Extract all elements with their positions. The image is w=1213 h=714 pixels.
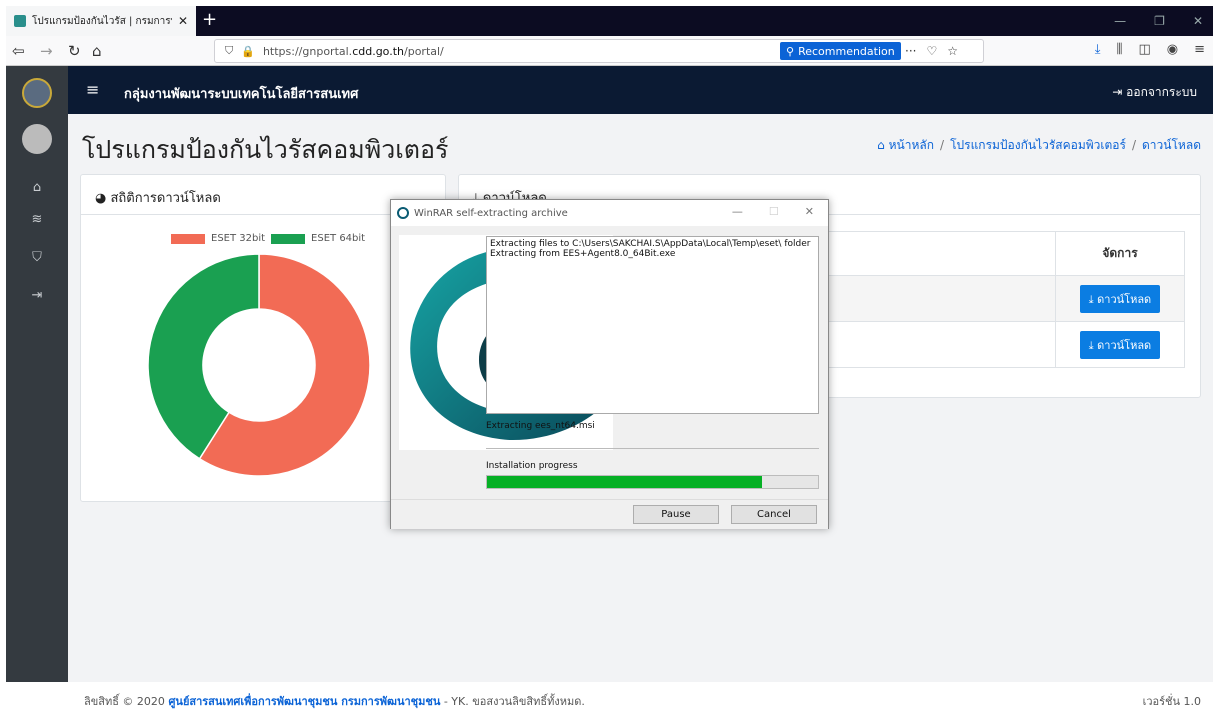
dialog-button-row: Pause Cancel	[391, 499, 828, 529]
site-favicon-icon	[14, 15, 26, 27]
header-cell-manage: จัดการ	[1055, 231, 1185, 276]
toolbar-right: ⤓ ⫼ ◫ ◉ ≡	[1095, 42, 1205, 57]
log-line: Extracting from EES+Agent8.0_64Bit.exe	[490, 249, 676, 259]
legend-label-32bit[interactable]: ESET 32bit	[211, 233, 265, 244]
breadcrumb-download: ดาวน์โหลด	[1142, 138, 1201, 152]
address-bar[interactable]: ⛉ 🔒 https://gnportal.cdd.go.th/portal/ ⚲…	[214, 39, 984, 63]
org-link[interactable]: ศูนย์สารสนเทศเพื่อการพัฒนาชุมชน กรมการพั…	[168, 695, 440, 708]
log-line: Extracting files to C:\Users\SAKCHAI.S\A…	[490, 239, 811, 249]
minimize-icon[interactable]: —	[732, 205, 743, 218]
progress-label: Installation progress	[486, 461, 578, 471]
eset-icon	[397, 207, 409, 219]
dialog-title-bar[interactable]: WinRAR self-extracting archive — ☐ ✕	[391, 200, 828, 226]
divider	[486, 448, 819, 449]
department-logo	[22, 78, 52, 108]
chart-legend: ESET 32bit ESET 64bit	[171, 233, 365, 244]
legend-swatch-32bit[interactable]	[171, 233, 205, 244]
bookmark-star-icon[interactable]: ☆	[947, 44, 958, 58]
browser-tab[interactable]: โปรแกรมป้องกันไวรัส | กรมการพั ✕	[6, 6, 196, 36]
extraction-log[interactable]: Extracting files to C:\Users\SAKCHAI.S\A…	[486, 236, 819, 414]
restore-icon[interactable]: ❐	[1154, 14, 1165, 28]
footer: ลิขสิทธิ์ © 2020 ศูนย์สารสนเทศเพื่อการพั…	[0, 682, 1213, 714]
page-title: โปรแกรมป้องกันไวรัสคอมพิวเตอร์	[82, 135, 449, 164]
account-icon[interactable]: ◉	[1167, 42, 1178, 57]
download-icon[interactable]: ⤓	[1095, 42, 1101, 57]
version: เวอร์ชั่น 1.0	[1142, 695, 1201, 708]
menu-icon[interactable]: ≡	[1194, 42, 1205, 57]
close-tab-icon[interactable]: ✕	[178, 14, 188, 28]
download-64bit-button[interactable]: ⤓ ดาวน์โหลด	[1079, 330, 1161, 359]
copyright: ลิขสิทธิ์ © 2020 ศูนย์สารสนเทศเพื่อการพั…	[84, 695, 585, 708]
pause-button[interactable]: Pause	[633, 505, 719, 524]
winrar-dialog: WinRAR self-extracting archive — ☐ ✕ Ext…	[390, 199, 829, 529]
dialog-title: WinRAR self-extracting archive	[414, 207, 568, 219]
sidebar-home-icon[interactable]: ⌂	[6, 180, 68, 195]
url-actions: ··· ♡ ☆	[905, 44, 958, 58]
lock-icon: 🔒	[241, 44, 255, 58]
new-tab-button[interactable]: +	[202, 11, 217, 29]
installation-progress-bar	[486, 475, 819, 489]
header-title: กลุ่มงานพัฒนาระบบเทคโนโลยีสารสนเทศ	[124, 87, 359, 102]
maximize-icon: ☐	[768, 205, 779, 218]
url-text: https://gnportal.cdd.go.th/portal/	[262, 44, 444, 58]
sidebar-layers-icon[interactable]: ≋	[6, 212, 68, 227]
cancel-button[interactable]: Cancel	[731, 505, 817, 524]
recommendation-button[interactable]: ⚲ Recommendation	[780, 42, 901, 60]
close-window-icon[interactable]: ✕	[1193, 14, 1203, 28]
close-icon[interactable]: ✕	[805, 205, 814, 218]
sidebar-shield-icon[interactable]: ⛉	[6, 250, 68, 265]
more-actions-icon[interactable]: ···	[905, 44, 916, 58]
download-donut-chart	[147, 253, 371, 477]
browser-nav-bar: ⇦ → ↻ ⌂ ⛉ 🔒 https://gnportal.cdd.go.th/p…	[6, 36, 1213, 66]
logout-icon: ⇥	[1112, 85, 1123, 99]
window-controls: — ❐ ✕	[1114, 14, 1203, 28]
avatar[interactable]	[22, 124, 52, 154]
breadcrumb-program[interactable]: โปรแกรมป้องกันไวรัสคอมพิวเตอร์	[950, 138, 1126, 152]
breadcrumb-home[interactable]: หน้าหลัก	[889, 138, 934, 152]
back-icon[interactable]: ⇦	[12, 42, 25, 60]
progress-fill	[487, 476, 762, 488]
sidebar-logout-icon[interactable]: ⇥	[6, 288, 68, 303]
shield-icon[interactable]: ⛉	[225, 44, 233, 58]
minimize-icon[interactable]: —	[1114, 14, 1126, 28]
extracting-status: Extracting ees_nt64.msi	[486, 421, 595, 431]
browser-tab-bar: โปรแกรมป้องกันไวรัส | กรมการพั ✕ + — ❐ ✕	[6, 6, 1213, 36]
breadcrumb: ⌂ หน้าหลัก / โปรแกรมป้องกันไวรัสคอมพิวเตอร…	[877, 138, 1201, 152]
app-sidebar: ⌂ ≋ ⛉ ⇥	[6, 66, 68, 682]
logout-link[interactable]: ⇥ ออกจากระบบ	[1112, 83, 1197, 102]
lightbulb-icon: ⚲	[786, 44, 795, 58]
home-icon: ⌂	[877, 138, 885, 152]
forward-icon[interactable]: →	[40, 42, 53, 60]
reload-icon[interactable]: ↻	[68, 42, 81, 60]
home-icon[interactable]: ⌂	[92, 42, 102, 60]
library-icon[interactable]: ⫼	[1116, 42, 1122, 57]
tab-title: โปรแกรมป้องกันไวรัส | กรมการพั	[32, 15, 172, 27]
download-32bit-button[interactable]: ⤓ ดาวน์โหลด	[1079, 284, 1161, 313]
app-header: ≡ กลุ่มงานพัฒนาระบบเทคโนโลยีสารสนเทศ ⇥ อ…	[68, 66, 1213, 114]
pie-chart-icon: ◕	[95, 191, 107, 206]
pocket-icon[interactable]: ♡	[926, 44, 937, 58]
hamburger-icon[interactable]: ≡	[86, 80, 99, 99]
dialog-controls: — ☐ ✕	[732, 205, 814, 218]
sidebar-toggle-icon[interactable]: ◫	[1138, 42, 1150, 57]
legend-label-64bit[interactable]: ESET 64bit	[311, 233, 365, 244]
legend-swatch-64bit[interactable]	[271, 233, 306, 244]
